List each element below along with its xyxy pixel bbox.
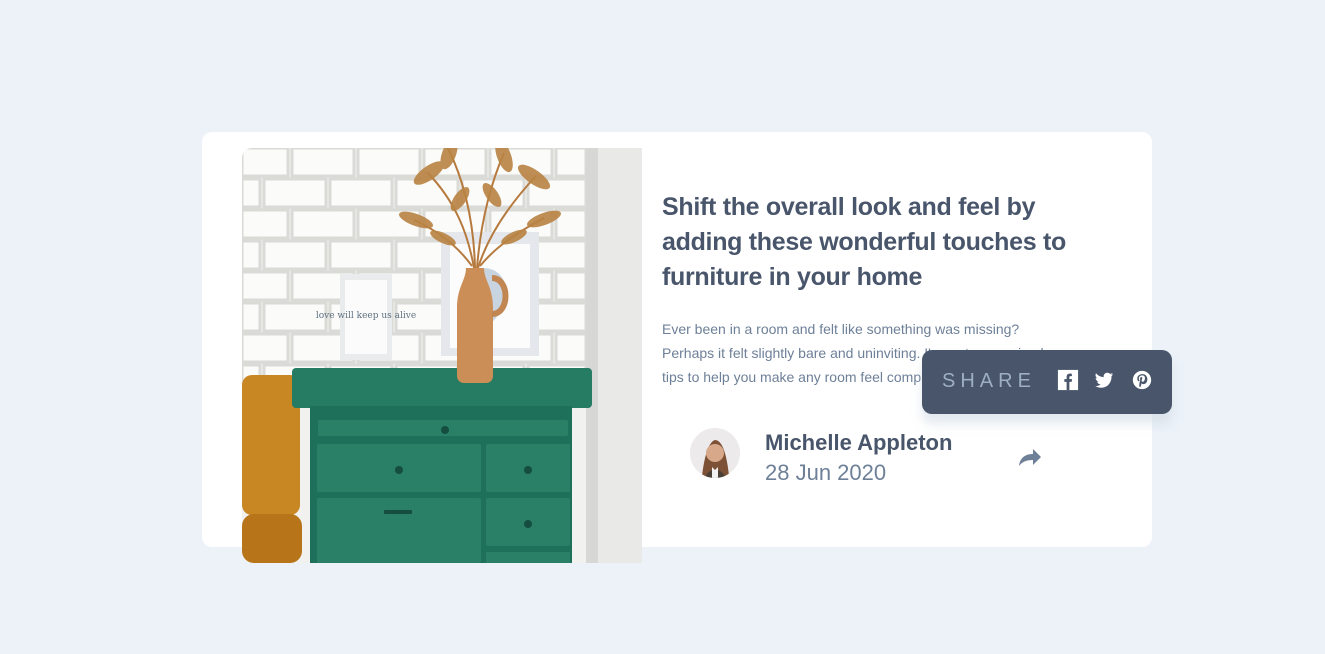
article-preview-card: love will keep us alive Shift the overal… (202, 132, 1172, 563)
author-avatar (690, 428, 740, 478)
article-title: Shift the overall look and feel by addin… (662, 193, 1067, 291)
share-arrow-icon (1019, 449, 1041, 466)
pinterest-icon[interactable] (1131, 369, 1153, 391)
author-name: Michelle Appleton (765, 430, 953, 455)
publish-date: 28 Jun 2020 (765, 460, 887, 485)
share-popup: SHARE (922, 350, 1172, 414)
facebook-icon[interactable] (1057, 369, 1079, 391)
article-image: love will keep us alive (242, 148, 642, 563)
share-label: SHARE (942, 370, 1036, 392)
author-section: Michelle Appleton 28 Jun 2020 (690, 428, 1050, 485)
share-button[interactable] (1011, 442, 1043, 474)
frame-text: love will keep us alive (316, 311, 416, 321)
twitter-icon[interactable] (1093, 369, 1115, 391)
